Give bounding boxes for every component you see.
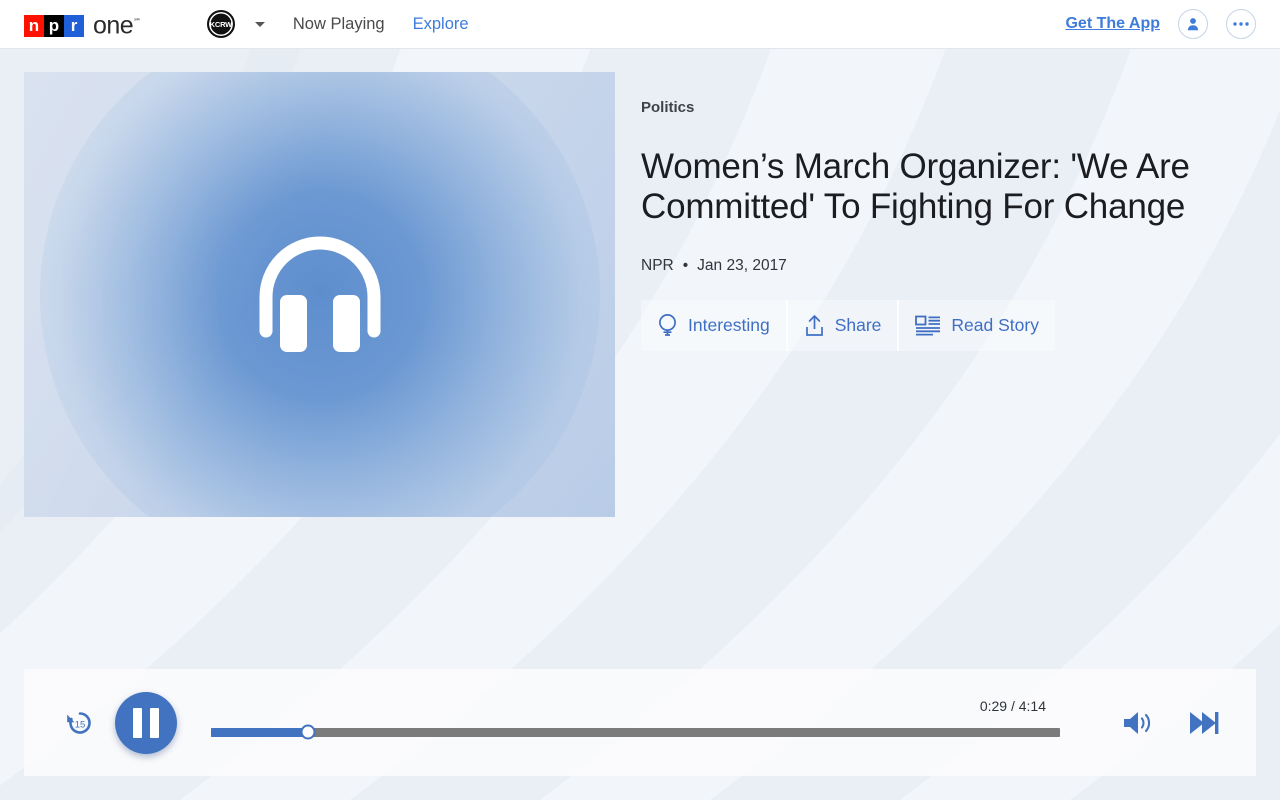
svg-text:15: 15	[75, 719, 86, 730]
ellipsis-icon	[1233, 22, 1249, 26]
album-art	[24, 72, 615, 517]
lightbulb-icon	[659, 314, 676, 336]
npr-letter-r: r	[64, 14, 84, 37]
episode-byline: NPR • Jan 23, 2017	[641, 257, 1241, 275]
episode-info: Politics Women’s March Organizer: 'We Ar…	[641, 99, 1241, 351]
account-button[interactable]	[1178, 9, 1208, 39]
rewind-15-button[interactable]: 15	[63, 706, 97, 740]
read-story-label: Read Story	[951, 315, 1039, 335]
byline-separator: •	[682, 257, 689, 274]
episode-actions: Interesting Share Read Story	[641, 300, 1055, 351]
interesting-label: Interesting	[688, 315, 770, 335]
npr-letter-n: n	[24, 14, 44, 37]
station-logo-kcrw[interactable]: KCRW	[206, 10, 235, 38]
now-playing-stage: Politics Women’s March Organizer: 'We Ar…	[0, 49, 1280, 800]
rewind-15-icon: 15	[67, 711, 91, 734]
npr-one-wordmark: one℠	[93, 11, 141, 40]
app-header: n p r one℠ KCRW Now Playing Explore Get …	[0, 0, 1280, 49]
audio-player-bar: 15 0:29 / 4:14	[24, 669, 1256, 776]
time-display: 0:29 / 4:14	[979, 697, 1046, 714]
progress-fill	[211, 727, 308, 737]
episode-title: Women’s March Organizer: 'We Are Committ…	[641, 147, 1190, 226]
share-label: Share	[834, 315, 882, 335]
npr-logo-blocks: n p r	[24, 14, 84, 37]
chevron-down-icon[interactable]	[254, 21, 265, 27]
pause-bar-left	[133, 707, 142, 738]
skip-forward-button[interactable]	[1184, 703, 1224, 743]
pause-bar-right	[150, 707, 159, 738]
read-story-button[interactable]: Read Story	[899, 300, 1055, 351]
get-the-app-link[interactable]: Get The App	[1065, 15, 1160, 33]
nav-now-playing[interactable]: Now Playing	[293, 15, 385, 34]
skip-forward-icon	[1190, 711, 1219, 734]
progress-area: 0:29 / 4:14	[211, 692, 1118, 754]
service-mark: ℠	[133, 17, 141, 27]
byline-date: Jan 23, 2017	[697, 257, 787, 274]
headphones-icon	[259, 236, 380, 352]
header-right-group: Get The App	[1065, 9, 1256, 39]
volume-icon	[1124, 711, 1151, 734]
share-upload-icon	[805, 314, 823, 336]
nav-explore[interactable]: Explore	[413, 15, 469, 34]
category-kicker: Politics	[641, 99, 695, 116]
interesting-button[interactable]: Interesting	[641, 300, 788, 351]
progress-track[interactable]	[211, 724, 1060, 740]
npr-letter-p: p	[44, 14, 64, 37]
person-icon	[1187, 18, 1199, 31]
share-button[interactable]: Share	[788, 300, 900, 351]
byline-source: NPR	[641, 257, 674, 274]
pause-button[interactable]	[115, 691, 177, 754]
read-story-icon	[915, 315, 941, 336]
npr-one-logo[interactable]: n p r one℠	[24, 11, 141, 40]
npr-one-player-page: n p r one℠ KCRW Now Playing Explore Get …	[0, 0, 1280, 800]
more-options-button[interactable]	[1226, 9, 1256, 39]
volume-button[interactable]	[1118, 703, 1158, 743]
progress-handle[interactable]	[300, 724, 316, 740]
